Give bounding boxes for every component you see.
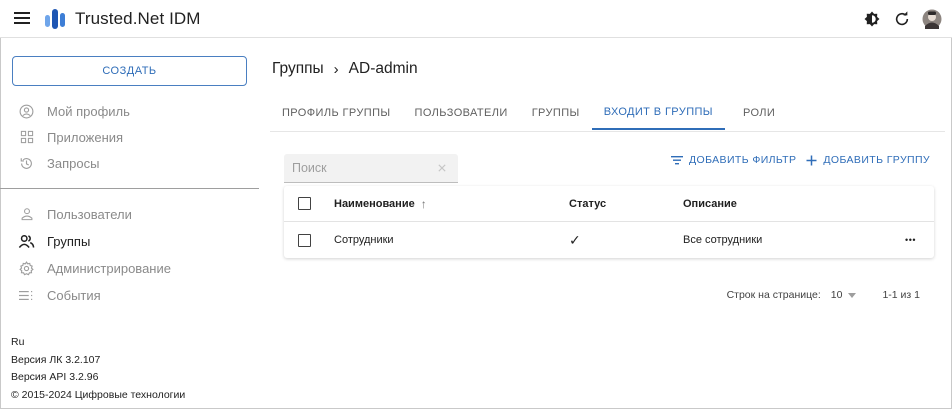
search-field [284,154,458,183]
filter-icon [671,156,683,165]
row-description: Все сотрудники [683,234,763,246]
plus-icon [806,155,817,165]
sidebar-item-events[interactable]: События [18,284,101,306]
language-switch[interactable]: Ru [11,334,185,352]
sidebar-divider [0,188,259,189]
chevron-down-icon [848,292,857,298]
select-all-checkbox[interactable] [298,197,311,210]
menu-icon[interactable] [14,12,30,26]
clear-icon [438,164,446,172]
sidebar-item-administration[interactable]: Администрирование [18,257,171,279]
pagination: Строк на странице: 10 1-1 из 1 [727,289,920,301]
sidebar-item-label: Группы [47,233,91,249]
sidebar-item-label: Приложения [47,129,124,145]
copyright: © 2015-2024 Цифровые технологии [11,388,186,401]
top-app-bar: Trusted.Net IDM [0,0,952,38]
tab-users[interactable]: ПОЛЬЗОВАТЕЛИ [403,96,520,130]
sidebar: СОЗДАТЬ Мой профиль Приложения Запросы П… [0,38,260,408]
breadcrumb-separator: › [333,60,339,78]
person-icon [18,206,35,223]
column-header-status: Статус [569,197,607,210]
history-icon [18,155,35,172]
add-filter-label: ДОБАВИТЬ ФИЛЬТР [689,154,797,166]
breadcrumb: Группы › AD-admin [272,60,418,78]
rows-per-page-value: 10 [830,289,843,301]
groups-table: Наименование ↑ Статус Описание Сотрудник… [284,186,934,258]
logo-icon [45,9,65,29]
avatar[interactable] [922,9,942,29]
group-icon [18,233,35,250]
table-header-row: Наименование ↑ Статус Описание [284,186,934,222]
status-check-icon: ✓ [569,231,581,248]
tab-group-profile[interactable]: ПРОФИЛЬ ГРУППЫ [270,96,403,130]
sidebar-item-groups[interactable]: Группы [18,230,90,252]
sidebar-footer: Ru Версия ЛК 3.2.107 Версия API 3.2.96 ©… [11,334,185,404]
version-api: Версия API 3.2.96 [11,371,99,383]
column-name-label: Наименование [334,197,415,210]
tabs-divider [270,131,945,132]
sidebar-item-label: Мой профиль [47,103,130,119]
tab-roles[interactable]: РОЛИ [725,96,787,130]
add-filter-button[interactable]: ДОБАВИТЬ ФИЛЬТР [671,154,796,166]
apps-grid-icon [18,129,35,146]
tab-member-of-groups[interactable]: ВХОДИТ В ГРУППЫ [591,96,725,130]
create-button[interactable]: СОЗДАТЬ [12,56,247,86]
sort-arrow-up-icon: ↑ [420,196,427,211]
theme-toggle-icon[interactable] [862,9,882,29]
settings-icon [18,260,35,277]
version-lk: Версия ЛК 3.2.107 [11,353,101,366]
sidebar-item-label: Администрирование [47,260,171,276]
top-actions [862,9,942,29]
row-checkbox[interactable] [298,233,311,247]
breadcrumb-current: AD-admin [348,60,418,77]
sidebar-item-profile[interactable]: Мой профиль [18,100,130,122]
events-list-icon [18,287,35,304]
pagination-range: 1-1 из 1 [882,289,920,301]
sidebar-item-label: Запросы [47,155,100,171]
sidebar-item-label: События [47,287,101,303]
column-header-description: Описание [683,197,737,210]
sidebar-item-apps[interactable]: Приложения [18,126,123,148]
row-name: Сотрудники [334,234,394,246]
tab-groups[interactable]: ГРУППЫ [520,96,592,130]
tab-bar: ПРОФИЛЬ ГРУППЫ ПОЛЬЗОВАТЕЛИ ГРУППЫ ВХОДИ… [270,96,787,132]
rows-per-page-select[interactable]: 10 [831,289,857,301]
sidebar-item-label: Пользователи [47,206,132,222]
filter-actions: ДОБАВИТЬ ФИЛЬТР ДОБАВИТЬ ГРУППУ [671,154,930,166]
more-actions-icon[interactable]: ••• [905,235,916,245]
add-group-button[interactable]: ДОБАВИТЬ ГРУППУ [806,154,930,166]
refresh-icon[interactable] [892,9,912,29]
app-title: Trusted.Net IDM [75,9,201,28]
column-header-name[interactable]: Наименование ↑ [334,197,427,211]
table-row[interactable]: Сотрудники ✓ Все сотрудники ••• [284,222,934,258]
sidebar-item-requests[interactable]: Запросы [18,152,99,174]
breadcrumb-parent[interactable]: Группы [272,60,324,78]
add-group-label: ДОБАВИТЬ ГРУППУ [823,154,930,166]
sidebar-item-users[interactable]: Пользователи [18,203,132,225]
account-circle-icon [18,103,35,120]
search-input[interactable] [284,154,458,182]
rows-per-page-label: Строк на странице: [726,289,821,301]
